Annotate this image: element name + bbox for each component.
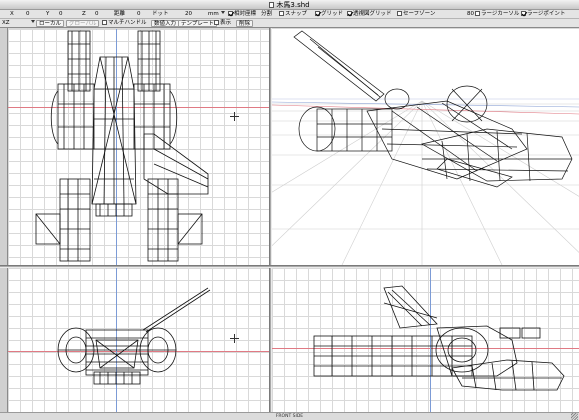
numeric-input-box[interactable]: 数値入力 [151,20,180,29]
top-viewport[interactable] [8,29,269,265]
relative-coords-toggle[interactable]: 相対座標 [228,10,256,19]
large-point-label: ラージポイント [527,11,566,17]
distance-label: 距離 [114,11,126,17]
status-bar: FRONT SIDE [0,412,579,420]
large-point-toggle[interactable]: ラージポイント [521,10,565,19]
perspective-grid-toggle[interactable]: 透視図グリッド [347,10,392,19]
large-point-checkbox[interactable] [521,11,526,16]
global-button[interactable]: グローバル [66,20,100,27]
size-value[interactable]: 80 [467,10,474,19]
status-text: FRONT SIDE [275,414,304,419]
safe-zone-label: セーフゾーン [403,11,436,17]
relative-coords-checkbox[interactable] [228,11,233,16]
y-label: Y [46,11,50,17]
display-toggle[interactable]: 表示 [214,19,231,28]
plane-label: XZ [2,20,10,26]
perspective-grid [272,30,579,265]
multi-handle-toggle[interactable]: マルチハンドル [102,19,147,28]
relative-coords-label: 相対座標 [234,11,257,17]
local-button-wrap[interactable] [31,19,35,28]
display-checkbox[interactable] [214,20,219,25]
delete-box[interactable]: 削除 [236,20,254,29]
dot-label: ドット [152,11,169,17]
local-button[interactable]: ローカル [36,20,65,27]
grid-toggle[interactable]: グリッド [315,10,343,19]
snap-label: スナップ [285,11,308,17]
chevron-down-icon [221,11,225,14]
resize-grip-icon[interactable] [571,413,578,420]
unit-dropdown[interactable] [221,10,225,19]
safe-zone-checkbox[interactable] [397,11,402,16]
perspective-grid-label: 透視図グリッド [353,11,392,17]
window-titlebar: 木馬3.shd [0,0,579,10]
z-value[interactable]: 0 [95,10,99,19]
local-button-box[interactable]: ローカル [36,20,65,29]
unit-label: mm [208,11,219,17]
distance-value[interactable]: 0 [137,10,141,19]
multi-handle-label: マルチハンドル [108,20,147,26]
document-icon [269,2,275,8]
global-button-box[interactable]: グローバル [66,20,100,29]
snap-toggle[interactable]: スナップ [279,10,307,19]
grid-checkbox[interactable] [315,11,320,16]
display-label: 表示 [220,20,232,26]
perspective-viewport[interactable] [272,29,579,265]
chevron-down-icon [31,20,35,23]
z-label: Z [82,11,86,17]
multi-handle-checkbox[interactable] [102,20,107,25]
top-view-wireframe [35,30,209,262]
large-cursor-toggle[interactable]: ラージカーソル [475,10,519,19]
delete-button[interactable]: 削除 [236,20,254,27]
split-button[interactable]: 分割 [261,10,272,19]
template-button[interactable]: テンプレート [178,20,217,27]
perspective-wireframe [293,30,573,188]
side-viewport[interactable] [272,268,579,412]
mode-toolbar: XZ ローカル グローバル マルチハンドル 数値入力 テンプレート 表示 削除 [0,19,579,28]
vertical-split-handle[interactable] [269,28,272,414]
coordinate-toolbar: X 0 Y 0 Z 0 距離 0 ドット 20 mm 相対座標 分割 スナップ … [0,10,579,19]
template-box[interactable]: テンプレート [178,20,217,29]
front-viewport[interactable]: XZ [8,268,269,412]
y-value[interactable]: 0 [59,10,63,19]
perspective-grid-checkbox[interactable] [347,11,352,16]
window-title: 木馬3.shd [276,1,310,9]
large-cursor-checkbox[interactable] [475,11,480,16]
dot-value[interactable]: 20 [185,10,192,19]
large-cursor-label: ラージカーソル [481,11,520,17]
horizontal-split-handle[interactable] [0,265,579,268]
front-view-wireframe [57,287,211,385]
snap-checkbox[interactable] [279,11,284,16]
grid-label: グリッド [321,11,344,17]
safe-zone-toggle[interactable]: セーフゾーン [397,10,435,19]
x-value[interactable]: 0 [26,10,30,19]
x-label: X [10,11,14,17]
numeric-input-button[interactable]: 数値入力 [151,20,180,27]
side-view-wireframe [313,285,565,391]
left-frame [0,28,8,412]
